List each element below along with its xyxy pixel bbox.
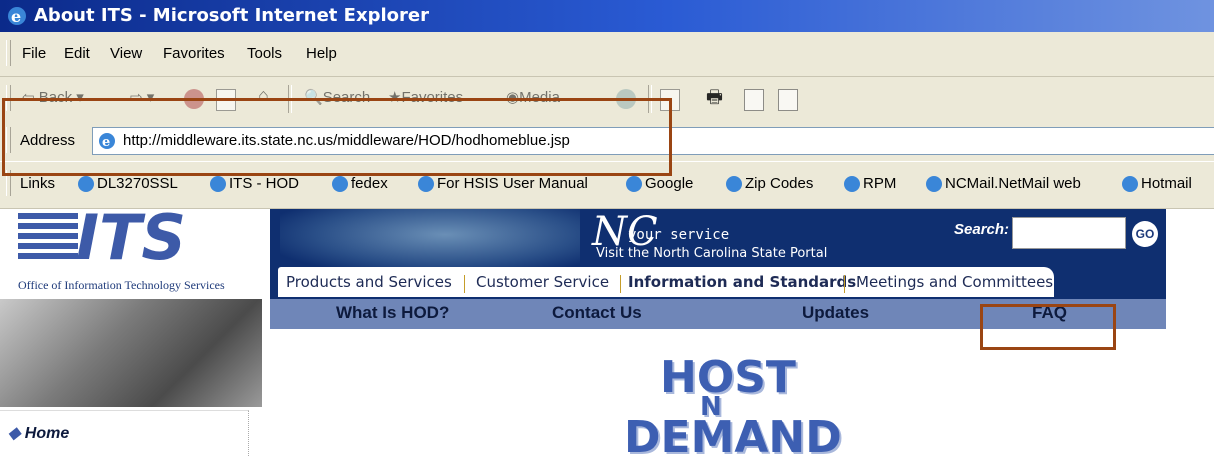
svg-text:e: e (11, 7, 21, 26)
go-button[interactable]: GO (1132, 221, 1158, 247)
faq-highlight-box (980, 304, 1116, 350)
menu-view[interactable]: View (110, 45, 142, 62)
tab-separator (844, 275, 845, 293)
link-fedex[interactable]: fedex (351, 175, 388, 192)
nav-contact-us[interactable]: Contact Us (552, 303, 642, 323)
menu-favorites[interactable]: Favorites (163, 45, 225, 62)
portal-link[interactable]: Visit the North Carolina State Portal (596, 246, 827, 261)
sidebar-home-label: Home (24, 425, 70, 442)
tab-products-services[interactable]: Products and Services (286, 273, 452, 291)
menu-help[interactable]: Help (306, 45, 337, 62)
link-ie-icon (624, 174, 644, 194)
title-bar: e About ITS - Microsoft Internet Explore… (0, 0, 1214, 32)
menu-grip (6, 40, 11, 66)
link-ie-icon (724, 174, 744, 194)
tab-customer-service[interactable]: Customer Service (476, 273, 609, 291)
sidebar-home[interactable]: ◆ Home (8, 423, 69, 443)
link-ie-icon (76, 174, 96, 194)
tab-separator (620, 275, 621, 293)
ie-icon: e (6, 5, 28, 27)
search-label: Search: (954, 221, 1010, 238)
discuss-icon[interactable] (778, 89, 798, 111)
tab-meetings-committees[interactable]: Meetings and Committees (856, 273, 1053, 291)
tab-separator (464, 275, 465, 293)
link-zip-codes[interactable]: Zip Codes (745, 175, 813, 192)
link-google[interactable]: Google (645, 175, 693, 192)
tab-information-standards[interactable]: Information and Standards (628, 273, 856, 291)
menu-edit[interactable]: Edit (64, 45, 90, 62)
staff-photo (0, 299, 262, 407)
menu-tools[interactable]: Tools (247, 45, 282, 62)
edit-icon[interactable] (744, 89, 764, 111)
link-hotmail[interactable]: Hotmail (1141, 175, 1192, 192)
links-label: Links (20, 175, 56, 192)
link-hsis-manual[interactable]: For HSIS User Manual (437, 175, 588, 192)
its-logo-text: ITS (76, 209, 186, 269)
link-ie-icon (208, 174, 228, 194)
address-highlight-box (2, 98, 672, 176)
link-its-hod[interactable]: ITS - HOD (229, 175, 299, 192)
hod-logo-demand: DEMAND (624, 412, 842, 463)
menu-bar: File Edit View Favorites Tools Help (0, 32, 1214, 77)
diamond-bullet-icon: ◆ (8, 425, 21, 442)
menu-file[interactable]: File (22, 45, 46, 62)
link-rpm[interactable]: RPM (863, 175, 896, 192)
link-ie-icon (1120, 174, 1140, 194)
its-logo[interactable]: ITS (18, 201, 258, 274)
link-ie-icon (416, 174, 436, 194)
link-ncmail[interactable]: NCMail.NetMail web (945, 175, 1081, 192)
nav-updates[interactable]: Updates (802, 303, 869, 323)
link-dl3270ssl[interactable]: DL3270SSL (97, 175, 178, 192)
hod-logo-host: HOST (660, 352, 796, 403)
link-ie-icon (330, 174, 350, 194)
nav-what-is-hod[interactable]: What Is HOD? (336, 303, 449, 323)
window-title: About ITS - Microsoft Internet Explorer (34, 5, 429, 26)
link-ie-icon (924, 174, 944, 194)
main-tabs: Products and Services Customer Service I… (278, 267, 1054, 297)
org-name: Office of Information Technology Service… (18, 278, 225, 292)
portal-tagline: your service (628, 227, 730, 243)
print-icon[interactable]: 🖶 (706, 85, 723, 115)
link-ie-icon (842, 174, 862, 194)
site-search-input[interactable] (1012, 217, 1126, 249)
portal-banner: NC your service Visit the North Carolina… (270, 209, 1166, 299)
globe-graphic (280, 209, 580, 273)
